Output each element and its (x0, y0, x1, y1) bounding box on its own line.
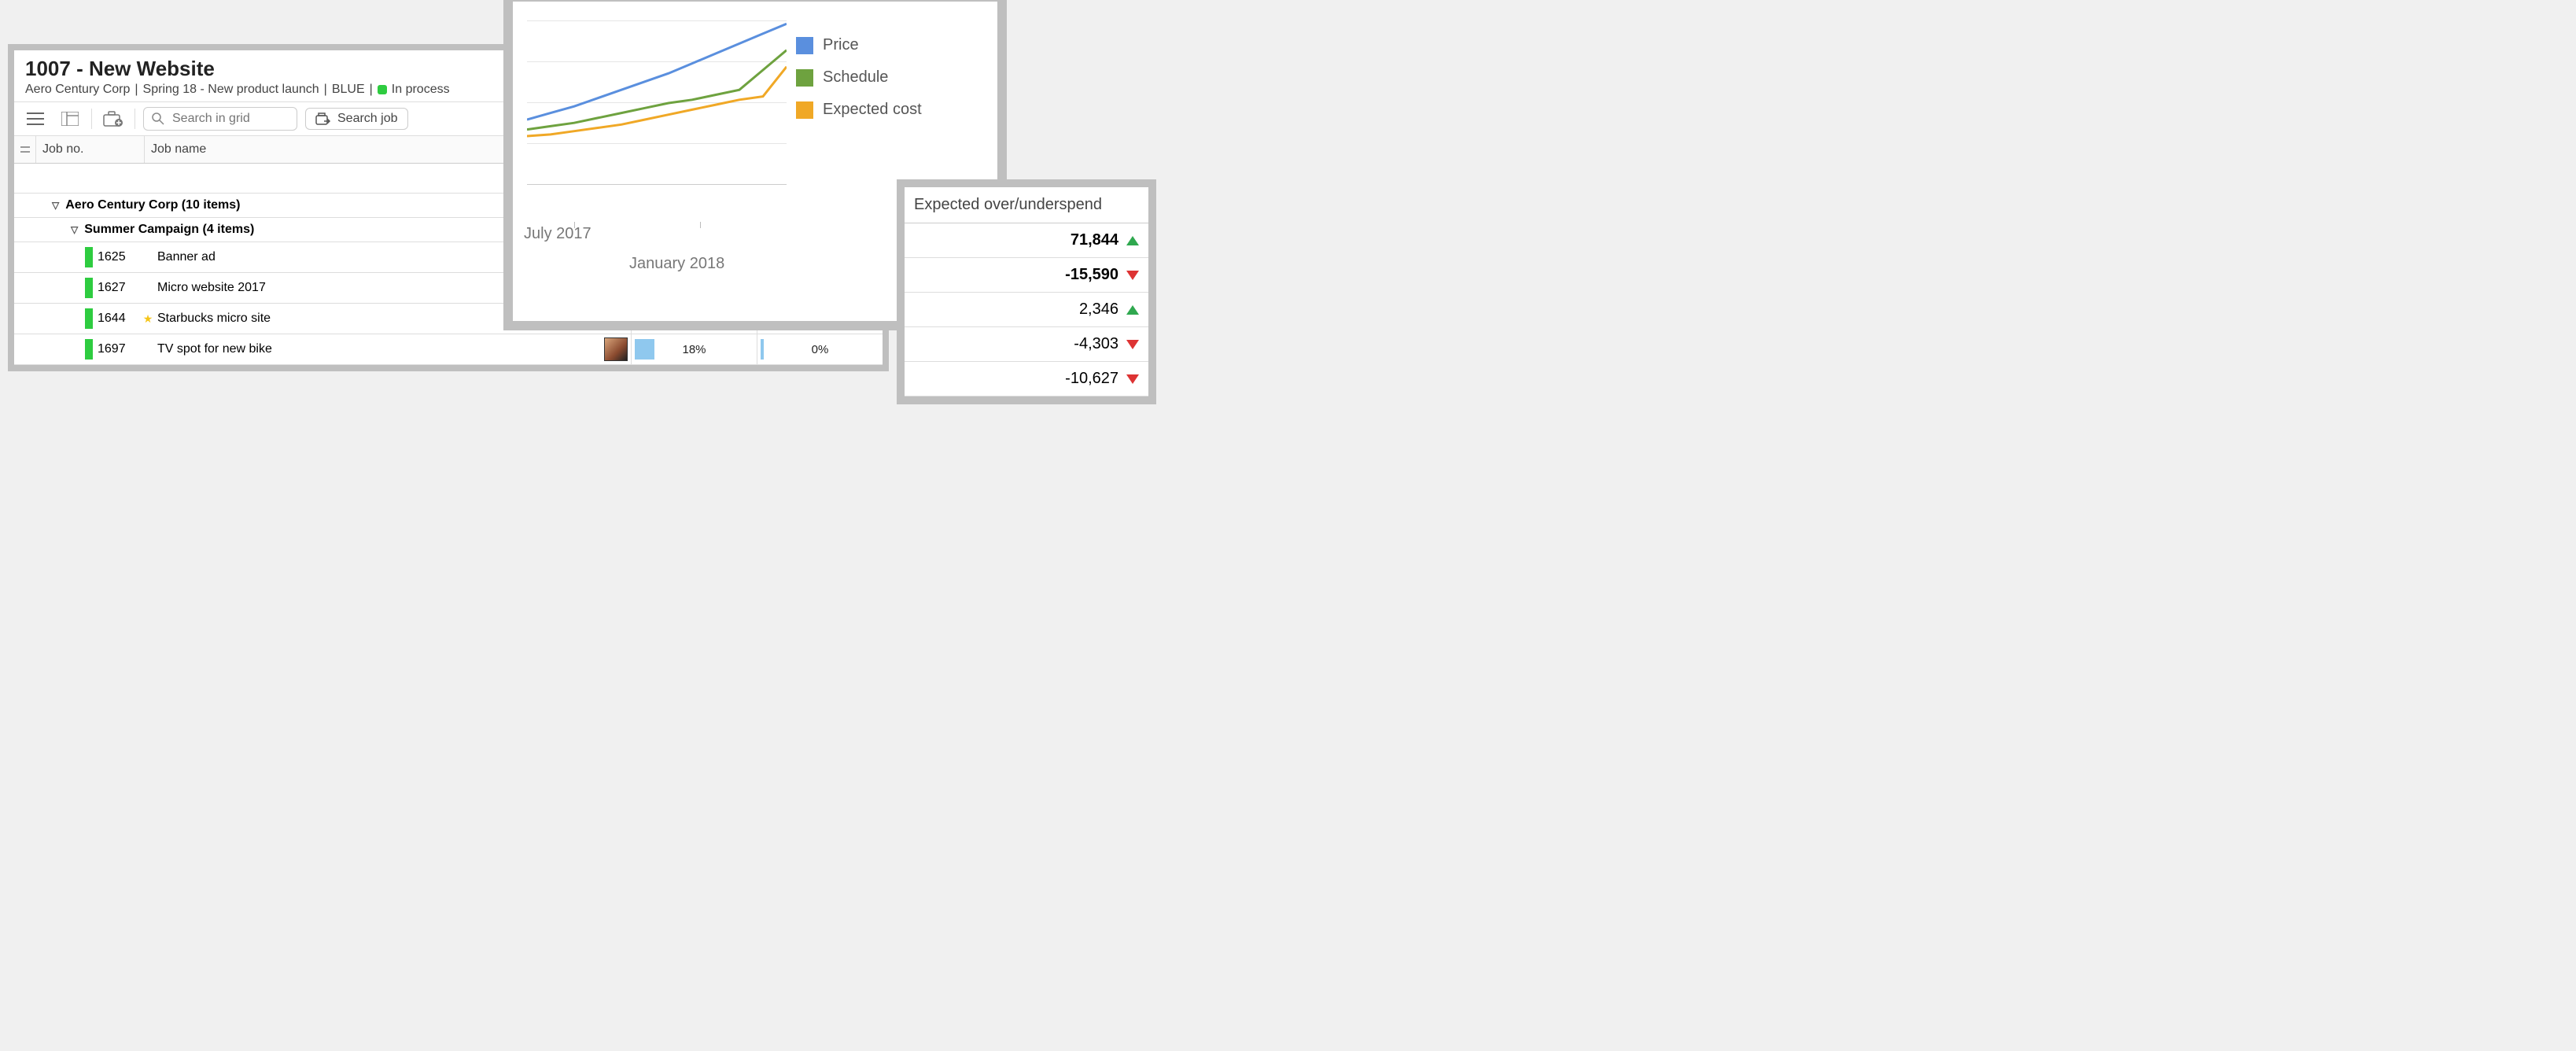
job-number: 1644 (93, 312, 140, 326)
spend-row: -4,303 (905, 327, 1148, 362)
spend-value: -10,627 (1032, 370, 1118, 388)
spend-row: -15,590 (905, 258, 1148, 293)
spend-row: 2,346 (905, 293, 1148, 327)
search-input[interactable] (143, 107, 297, 131)
percent-cell: 18% (631, 334, 757, 364)
axis-label-center: January 2018 (629, 255, 724, 273)
search-job-label: Search job (337, 112, 398, 126)
spend-header[interactable]: Expected over/underspend (905, 187, 1148, 223)
chart-lines (527, 20, 787, 186)
row-handle-column[interactable] (14, 136, 36, 163)
status-strip-icon (85, 278, 93, 298)
percent-value: 0% (757, 343, 883, 356)
legend-swatch-icon (796, 37, 813, 54)
search-grid-field[interactable] (171, 111, 289, 127)
status-dot-icon (378, 85, 387, 94)
status-strip-icon (85, 308, 93, 329)
breadcrumb-company[interactable]: Aero Century Corp (25, 83, 130, 97)
chevron-down-icon: ▽ (52, 200, 59, 211)
spend-value: -15,590 (1032, 266, 1118, 284)
menu-icon[interactable] (22, 107, 49, 131)
table-row[interactable]: 1697 TV spot for new bike 18%0% (14, 334, 883, 365)
breadcrumb-status[interactable]: In process (392, 83, 450, 97)
breadcrumb-tag[interactable]: BLUE (332, 83, 365, 97)
legend-swatch-icon (796, 101, 813, 119)
percent-value: 18% (632, 343, 757, 356)
chevron-down-icon: ▽ (71, 224, 78, 235)
legend-item[interactable]: Schedule (796, 68, 922, 87)
layout-icon[interactable] (57, 107, 83, 131)
spend-row: 71,844 (905, 223, 1148, 258)
legend-label: Schedule (823, 68, 888, 87)
job-name: TV spot for new bike (156, 342, 604, 356)
subgroup-label: Summer Campaign (4 items) (84, 223, 254, 237)
spend-panel: Expected over/underspend 71,844 -15,590 2,… (897, 179, 1156, 404)
triangle-down-icon (1126, 271, 1139, 280)
job-number: 1627 (93, 281, 140, 295)
chart-legend: Price Schedule Expected cost (796, 36, 922, 133)
triangle-down-icon (1126, 340, 1139, 349)
status-strip-icon (85, 247, 93, 267)
briefcase-plus-icon[interactable] (100, 107, 127, 131)
search-icon (152, 112, 164, 125)
spend-value: 2,346 (1032, 301, 1118, 319)
job-number: 1697 (93, 342, 140, 356)
spend-value: 71,844 (1032, 231, 1118, 249)
star-icon[interactable]: ★ (140, 312, 156, 326)
search-job-button[interactable]: Search job (305, 108, 408, 130)
axis-label-left: July 2017 (524, 225, 591, 243)
legend-item[interactable]: Expected cost (796, 101, 922, 119)
job-number: 1625 (93, 250, 140, 264)
toolbar-separator (91, 109, 92, 129)
status-strip-icon (85, 339, 93, 360)
spend-row: -10,627 (905, 362, 1148, 396)
legend-label: Price (823, 36, 859, 54)
column-job-no[interactable]: Job no. (36, 136, 145, 163)
avatar[interactable] (604, 337, 628, 361)
spend-value: -4,303 (1032, 335, 1118, 353)
triangle-up-icon (1126, 236, 1139, 245)
triangle-down-icon (1126, 374, 1139, 384)
legend-swatch-icon (796, 69, 813, 87)
legend-label: Expected cost (823, 101, 922, 119)
breadcrumb-campaign[interactable]: Spring 18 - New product launch (143, 83, 319, 97)
chart-plot-area: July 2017 January 2018 (527, 20, 787, 225)
legend-item[interactable]: Price (796, 36, 922, 54)
triangle-up-icon (1126, 305, 1139, 315)
briefcase-arrow-icon (315, 112, 331, 126)
group-label: Aero Century Corp (10 items) (65, 198, 240, 212)
percent-cell: 0% (757, 334, 883, 364)
